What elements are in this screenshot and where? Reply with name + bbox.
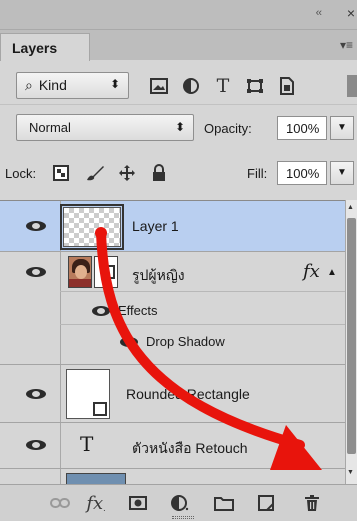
scroll-down-icon[interactable]: ▼ (347, 469, 354, 476)
type-filter-icon[interactable]: T (212, 75, 234, 97)
adjustment-filter-icon[interactable] (180, 75, 202, 97)
layer-row-text-retouch[interactable]: T ตัวหนังสือ Retouch (0, 423, 345, 469)
layer-name[interactable]: Layer 1 (132, 218, 179, 234)
shape-layer-thumbnail[interactable] (66, 369, 110, 419)
lock-label: Lock: (5, 166, 37, 181)
layer-row-layer-1[interactable]: Layer 1 (0, 201, 345, 252)
collapse-panel-icon[interactable]: ‹‹ (316, 7, 322, 19)
effects-divider (60, 324, 345, 325)
lock-transparent-pixels-icon[interactable] (50, 163, 72, 183)
blend-mode-select[interactable]: Normal ⬍ (16, 114, 194, 141)
lock-all-icon[interactable] (148, 163, 170, 183)
scrollbar-thumb[interactable] (347, 218, 356, 454)
layers-list: Layer 1 รูปผู้หญิง fx ▲ Effects Drop Sha… (0, 200, 345, 484)
panel-menu-icon[interactable]: ▾≡ (340, 38, 353, 52)
fx-icon-label: fx (86, 492, 104, 514)
panel-resize-grip[interactable] (172, 516, 194, 519)
effects-label[interactable]: Effects (118, 303, 158, 318)
pixel-filter-icon[interactable] (148, 75, 170, 97)
visibility-eye-icon[interactable] (26, 438, 46, 452)
fill-label: Fill: (247, 166, 268, 181)
visibility-eye-icon[interactable] (26, 387, 46, 401)
blend-mode-value: Normal (29, 120, 71, 135)
lock-row: Lock: Fill: 100% ▼ (0, 150, 357, 196)
eye-column-divider (60, 423, 61, 468)
eye-column-divider (60, 469, 61, 484)
link-icon[interactable] (48, 493, 72, 513)
layer-thumbnail[interactable] (60, 204, 124, 250)
layer-name[interactable]: รูปผู้หญิง (132, 265, 185, 287)
layer-filter-row: ⌕ Kind ⬍ T (0, 62, 357, 102)
blend-row: Normal ⬍ Opacity: 100% ▼ (0, 104, 357, 148)
fx-badge[interactable]: fx (303, 261, 320, 282)
filter-toggle-switch[interactable] (347, 75, 357, 97)
lock-image-pixels-icon[interactable] (84, 163, 106, 183)
scroll-up-icon[interactable]: ▲ (347, 204, 354, 211)
layer-row-rounded-rectangle[interactable]: Rounded Rectangle (0, 365, 345, 423)
opacity-input[interactable]: 100% (277, 116, 327, 140)
vector-shape-icon (93, 402, 107, 416)
layer-row-partial[interactable] (0, 469, 345, 484)
type-layer-icon[interactable]: T (80, 432, 93, 456)
expand-effects-icon[interactable]: ▲ (327, 267, 337, 278)
select-arrows-icon: ⬍ (109, 77, 120, 91)
layer-thumbnail-photo[interactable] (68, 256, 92, 288)
smart-object-filter-icon[interactable] (276, 75, 298, 97)
fx-icon[interactable]: fx. (84, 492, 108, 514)
layer-mask-thumbnail[interactable] (94, 256, 118, 288)
layers-scrollbar[interactable]: ▲ ▼ (345, 200, 357, 484)
effects-visibility-eye-icon[interactable] (92, 305, 110, 317)
eye-column-divider (60, 252, 61, 364)
fill-input[interactable]: 100% (277, 161, 327, 185)
eye-column-divider (60, 201, 61, 251)
search-icon: ⌕ (25, 77, 33, 93)
fx-menu-dot: . (103, 503, 106, 513)
adjustment-icon[interactable] (168, 493, 192, 513)
panel-tab-row: Layers ▾≡ (0, 30, 357, 61)
drop-shadow-visibility-eye-icon[interactable] (120, 336, 138, 348)
fill-dropdown-button[interactable]: ▼ (330, 161, 354, 185)
filter-kind-select[interactable]: ⌕ Kind ⬍ (16, 72, 129, 99)
trash-icon[interactable] (300, 493, 324, 513)
visibility-eye-icon[interactable] (26, 265, 46, 279)
layer-name[interactable]: ตัวหนังสือ Retouch (132, 438, 248, 460)
close-panel-icon[interactable]: × (347, 5, 355, 21)
shape-filter-icon[interactable] (244, 75, 266, 97)
layer-thumbnail[interactable] (66, 473, 126, 484)
lock-position-icon[interactable] (116, 163, 138, 183)
layers-bottom-toolbar: fx. (0, 484, 357, 521)
eye-column-divider (60, 365, 61, 422)
folder-icon[interactable] (212, 493, 236, 513)
opacity-label: Opacity: (204, 121, 252, 136)
visibility-eye-icon[interactable] (26, 219, 46, 233)
new-layer-icon[interactable] (254, 493, 278, 513)
layer-row-woman[interactable]: รูปผู้หญิง fx ▲ Effects Drop Shadow (0, 252, 345, 365)
effects-divider (60, 291, 345, 292)
select-arrows-icon: ⬍ (174, 120, 185, 134)
tab-layers[interactable]: Layers (0, 33, 90, 61)
effect-item-drop-shadow[interactable]: Drop Shadow (146, 334, 225, 349)
layer-name[interactable]: Rounded Rectangle (126, 386, 250, 402)
kind-label: Kind (38, 77, 67, 93)
opacity-dropdown-button[interactable]: ▼ (330, 116, 354, 140)
panel-titlebar: ‹‹ × (0, 0, 357, 30)
mask-icon[interactable] (126, 493, 150, 513)
